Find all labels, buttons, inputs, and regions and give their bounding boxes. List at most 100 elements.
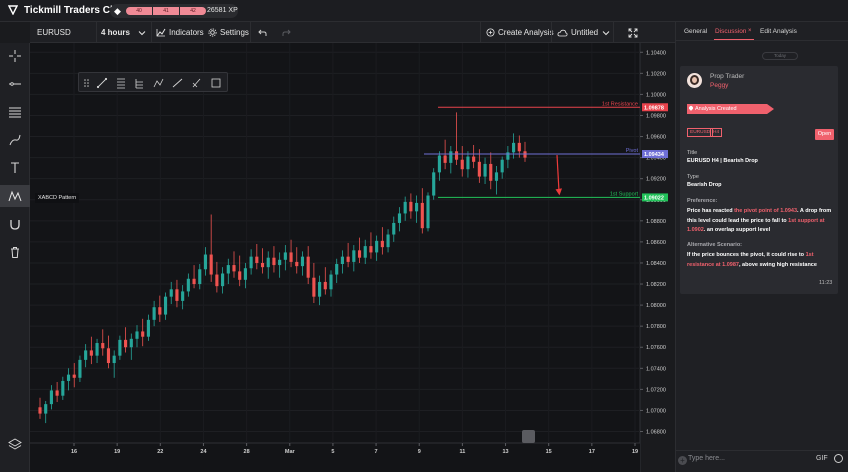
candle-body <box>226 265 230 274</box>
pattern-tool[interactable] <box>0 185 30 207</box>
candlestick-chart[interactable]: 1.10400 1.10200 1.10000 1.09800 1.09600 1.094… <box>30 43 675 472</box>
measure-icon[interactable] <box>192 78 201 88</box>
delete-drawings-tool[interactable] <box>4 241 26 263</box>
candle-body <box>260 262 265 268</box>
candle-body <box>221 273 225 287</box>
candle-body <box>375 240 379 253</box>
price-tick-label: 1.07000 <box>646 408 666 414</box>
author-name[interactable]: Peggy <box>710 82 728 89</box>
chat-input[interactable]: Type here... <box>688 455 725 462</box>
xp-segment-3: 42 <box>180 7 206 15</box>
magnet-tool[interactable] <box>4 213 26 235</box>
candle-body <box>163 296 168 315</box>
chart-toolbar: EURUSD 4 hours Indicators Settings Creat… <box>30 22 675 43</box>
fib-icon[interactable] <box>117 78 125 89</box>
crosshair-tool[interactable] <box>4 45 26 67</box>
candle-body <box>300 256 305 267</box>
candle-body <box>55 390 59 396</box>
candle-body <box>460 159 464 170</box>
time-tick-label: 7 <box>375 449 378 455</box>
candle-body <box>409 201 413 212</box>
analysis-message-card: Prop Trader Peggy Analysis Created EURUS… <box>680 66 838 294</box>
tab-divider <box>676 40 848 41</box>
status-open-button[interactable]: Open <box>815 129 834 140</box>
tab-edit-analysis[interactable]: Edit Analysis <box>760 28 797 35</box>
interval-selector[interactable]: 4 hours <box>101 22 130 43</box>
xp-segment-1: 40 <box>126 7 152 15</box>
create-analysis-button[interactable]: Create Analysis <box>486 22 554 43</box>
wave-icon[interactable] <box>153 78 164 88</box>
candle-body <box>512 142 516 153</box>
candle-body <box>243 268 247 280</box>
fib-lines-icon <box>9 107 21 118</box>
gif-button[interactable]: GIF <box>816 455 828 462</box>
pitchfork-icon[interactable] <box>135 79 143 89</box>
emoji-icon[interactable] <box>834 454 843 463</box>
time-tick-label: 17 <box>589 449 595 455</box>
tab-general[interactable]: General <box>684 28 707 35</box>
ray-icon[interactable] <box>172 78 183 88</box>
rectangle-icon[interactable] <box>211 78 221 88</box>
price-tick-label: 1.10400 <box>646 50 666 56</box>
alternative-text: If the price bounces the pivot, it could… <box>687 251 833 270</box>
candle-body <box>443 155 447 163</box>
fib-retracement-tool[interactable] <box>4 101 26 123</box>
candle-body <box>289 252 293 262</box>
candle-body <box>483 163 487 177</box>
time-tick-label: 22 <box>157 449 163 455</box>
type-heading: Type <box>687 174 699 180</box>
price-tick-label: 1.09600 <box>646 135 666 141</box>
price-chart[interactable]: 1.10400 1.10200 1.10000 1.09800 1.09600 1.094… <box>30 43 675 472</box>
drag-handle-icon[interactable] <box>84 79 89 87</box>
close-icon[interactable]: × <box>748 28 752 34</box>
toolbar-divider <box>613 22 614 43</box>
crosshair-icon <box>9 50 21 62</box>
undo-button[interactable] <box>258 22 267 43</box>
settings-button[interactable]: Settings <box>208 22 249 43</box>
price-tick-label: 1.08200 <box>646 282 666 288</box>
candle-body <box>238 271 242 280</box>
brush-tool[interactable] <box>4 129 26 151</box>
tab-discussion[interactable]: Discussion <box>715 28 746 35</box>
layers-tool[interactable] <box>4 433 26 455</box>
tag-timeframe: H4 <box>710 128 723 137</box>
candle-body <box>106 348 111 364</box>
time-tick-label: 13 <box>502 449 508 455</box>
candle-body <box>346 256 350 262</box>
author-role: Prop Trader <box>710 73 745 80</box>
candle-body <box>283 252 287 260</box>
indicators-button[interactable]: Indicators <box>156 22 204 43</box>
horizontal-line-tool[interactable] <box>4 73 26 95</box>
candle-body <box>489 163 493 181</box>
price-tick-label: 1.08600 <box>646 240 666 246</box>
candle-body <box>415 202 419 212</box>
plus-icon[interactable]: + <box>678 456 687 465</box>
layout-selector[interactable]: Untitled <box>557 22 610 43</box>
candle-body <box>135 331 139 339</box>
preference-heading: Preference: <box>687 198 718 204</box>
type-value: Bearish Drop <box>687 182 722 188</box>
candle-body <box>437 155 441 173</box>
candle-body <box>340 256 344 265</box>
candle-body <box>517 142 521 152</box>
avatar[interactable] <box>687 73 702 88</box>
app-logo[interactable] <box>7 4 19 16</box>
symbol-selector[interactable]: EURUSD <box>37 22 71 43</box>
time-tick-label: 28 <box>244 449 250 455</box>
candle-body <box>472 156 476 162</box>
toolbar-divider <box>480 22 481 43</box>
price-tick-label: 1.08000 <box>646 303 666 309</box>
fullscreen-button[interactable] <box>628 22 638 43</box>
candle-body <box>95 343 99 356</box>
trend-line-icon[interactable] <box>96 77 108 89</box>
text-tool[interactable] <box>4 157 26 179</box>
toolbar-divider <box>250 22 251 43</box>
undo-icon <box>258 29 267 36</box>
chevron-down-icon[interactable] <box>138 22 146 43</box>
time-tick-label: 5 <box>331 449 334 455</box>
candle-body <box>186 278 190 292</box>
candle-body <box>335 264 339 275</box>
redo-button[interactable] <box>282 22 291 43</box>
gear-icon <box>208 28 217 37</box>
candle-body <box>295 261 299 267</box>
